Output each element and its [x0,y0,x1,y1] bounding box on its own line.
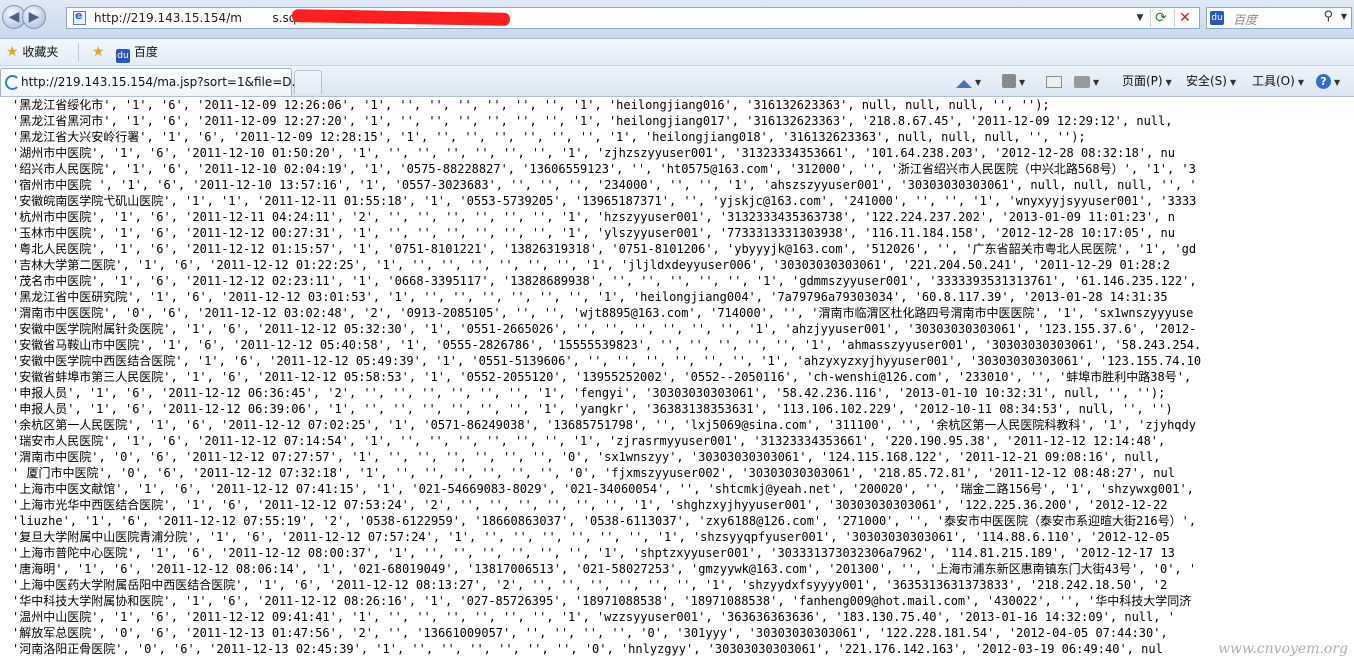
refresh-icon[interactable]: ⟳ [1150,9,1171,27]
sql-line: '安徽皖南医学院弋矶山医院', '1', '1', '2011-12-11 01… [12,194,1197,208]
sql-line: '唐海明', '1', '6', '2011-12-12 08:06:14', … [12,562,1197,576]
sql-line: '瑞安市人民医院', '1', '6', '2011-12-12 07:14:5… [12,434,1166,448]
url-dropdown-icon[interactable]: ▼ [1133,10,1147,26]
sql-line: '安徽省马鞍山市中医院', '1', '6', '2011-12-12 05:4… [12,338,1202,352]
safety-menu-label: 安全(S) [1186,74,1227,88]
mail-button[interactable] [1046,72,1062,90]
tab-title: http://219.143.15.154/ma.jsp?sort=1&file… [21,75,303,89]
baidu-icon: du [116,49,130,63]
sql-line: '渭南市中医院', '0', '6', '2011-12-12 07:27:57… [12,450,1161,464]
tools-menu-label: 工具(O) [1252,74,1295,88]
baidu-search-icon: du [1210,11,1224,25]
tab-active[interactable]: http://219.143.15.154/ma.jsp?sort=1&file… [0,68,303,96]
printer-icon [1074,76,1090,88]
sql-line: '华中科技大学附属协和医院', '1', '6', '2011-12-12 08… [12,594,1192,608]
sql-line: '安徽省蚌埠市第三人民医院', '1', '6', '2011-12-12 05… [12,370,1192,384]
tools-menu[interactable]: 工具(O) ▼ [1252,72,1304,90]
sql-line: '解放军总医院', '0', '6', '2011-12-13 01:47:56… [12,626,1168,640]
url-field[interactable]: http://219.143.15.154/m s.sql ▼ ⟳ ✕ [66,7,1200,29]
page-menu-label: 页面(P) [1122,74,1163,88]
feeds-button[interactable]: ▼ [1002,72,1025,90]
sql-line: '黑龙江省中医研究院', '1', '6', '2011-12-12 03:01… [12,290,1168,304]
favorites-bar: ★ 收藏夹 ★ du 百度 [0,39,1354,66]
address-bar: ◀ ▶ http://219.143.15.154/m s.sql ▼ ⟳ ✕ … [0,0,1354,39]
sql-line: '黑龙江省绥化市', '1', '6', '2011-12-09 12:26:0… [12,98,1050,112]
rss-icon [1002,74,1016,88]
home-button[interactable]: ▼ [956,72,981,90]
sql-line: '宿州市中医院 ', '1', '6', '2011-12-10 13:57:1… [12,178,1197,192]
print-button[interactable]: ▼ [1074,72,1099,90]
mail-icon [1046,76,1062,88]
sql-line: '安徽中医学院中西医结合医院', '1', '6', '2011-12-12 0… [12,354,1202,368]
new-tab-button[interactable] [294,70,322,94]
sql-line: '申报人员', '1', '6', '2011-12-12 06:36:45',… [12,386,1166,400]
page-icon [73,9,86,25]
search-placeholder: 百度 [1233,13,1258,27]
sql-line: '复旦大学附属中山医院青浦分院', '1', '6', '2011-12-12 … [12,530,1170,544]
add-favorite-icon[interactable]: ★ [92,43,105,61]
stop-icon[interactable]: ✕ [1174,9,1195,27]
sql-line: '湖州市中医院', '1', '6', '2011-12-10 01:50:20… [12,146,1175,160]
sql-line: '茂名市中医院', '1', '6', '2011-12-12 02:23:11… [12,274,1197,288]
sql-line: '申报人员', '1', '6', '2011-12-12 06:39:06',… [12,402,1173,416]
favorite-link-baidu[interactable]: du 百度 [116,43,158,63]
page-content: '黑龙江省绥化市', '1', '6', '2011-12-09 12:26:0… [0,97,1354,659]
search-dropdown-icon[interactable]: ▼ [1341,12,1347,21]
redaction-mark [291,9,511,26]
star-icon: ★ [6,44,19,60]
url-text: http://219.143.15.154/m s.sql [94,11,300,25]
sql-line: 'liuzhe', '1', '6', '2011-12-12 07:55:19… [12,514,1197,528]
sql-line: ' 厦门市中医院', '0', '6', '2011-12-12 07:32:1… [12,466,1175,480]
search-icon[interactable]: ⚲ [1323,9,1333,24]
sql-line: '吉林大学第二医院', '1', '6', '2011-12-12 01:22:… [12,258,1171,272]
sql-line: '粤北人民医院', '1', '6', '2011-12-12 01:15:57… [12,242,1197,256]
watermark: www.cnvoyem.org [1218,641,1348,657]
sql-line: '玉林市中医院', '1', '6', '2011-12-12 00:27:31… [12,226,1175,240]
help-icon: ? [1316,74,1331,89]
baidu-label: 百度 [133,45,158,59]
favorites-button[interactable]: ★ 收藏夹 [6,43,58,61]
loading-icon [5,75,20,90]
sql-line: '杭州市中医院', '1', '6', '2011-12-11 04:24:11… [12,210,1175,224]
sql-line: '余杭区第一人民医院', '1', '6', '2011-12-12 07:02… [12,418,1196,432]
page-menu[interactable]: 页面(P) ▼ [1122,72,1172,90]
safety-menu[interactable]: 安全(S) ▼ [1186,72,1236,90]
favorites-label: 收藏夹 [22,45,59,59]
sql-line: '上海中医药大学附属岳阳中西医结合医院', '1', '6', '2011-12… [12,578,1168,592]
divider [78,43,79,61]
sql-line: '河南洛阳正骨医院', '0', '6', '2011-12-13 02:45:… [12,642,1163,656]
sql-line: '上海市普陀中心医院', '1', '6', '2011-12-12 08:00… [12,546,1175,560]
sql-line: '上海市中医文献馆', '1', '6', '2011-12-12 07:41:… [12,482,1194,496]
help-button[interactable]: ? ▼ [1316,72,1340,90]
sql-line: '绍兴市人民医院', '1', '6', '2011-12-10 02:04:1… [12,162,1196,176]
sql-line: '温州中山医院', '1', '6', '2011-12-12 09:41:41… [12,610,1175,624]
sql-line: '黑龙江省大兴安岭行署', '1', '6', '2011-12-09 12:2… [12,130,1086,144]
sql-line: '黑龙江省黑河市', '1', '6', '2011-12-09 12:27:2… [12,114,1173,128]
tab-bar: http://219.143.15.154/ma.jsp?sort=1&file… [0,66,1354,97]
sql-line: '上海市光华中西医结合医院', '1', '6', '2011-12-12 07… [12,498,1168,512]
home-icon [956,80,972,88]
sql-line: '渭南市中医医院', '0', '6', '2011-12-12 03:02:4… [12,306,1194,320]
forward-button[interactable]: ▶ [22,5,46,29]
search-box[interactable]: du 百度 ⚲ ▼ [1206,7,1352,29]
sql-line: '安徽中医学院附属针灸医院', '1', '6', '2011-12-12 05… [12,322,1197,336]
